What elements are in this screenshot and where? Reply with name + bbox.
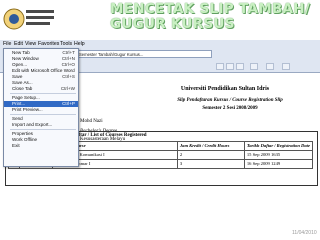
- menu-separator: [10, 129, 76, 130]
- registration-date: 16 Sep 2009 1249: [243, 159, 314, 169]
- slide-title: MENCETAK SLIP TAMBAH/ GUGUR KURSUS: [110, 2, 318, 32]
- col-credit: Jam Kredit / Credit Hours: [176, 141, 245, 151]
- slide-title-line-1: MENCETAK SLIP TAMBAH/: [110, 1, 311, 17]
- feeds-icon[interactable]: [226, 63, 234, 70]
- slide-date: 11/04/2010: [292, 230, 317, 236]
- file-menu-item-exit[interactable]: Exit: [4, 143, 78, 149]
- slip-title: Slip Pendaftaran Kursus / Course Registr…: [177, 98, 283, 103]
- help-icon[interactable]: [282, 63, 290, 70]
- session-label: Semester 2 Sesi 2008/2009: [202, 106, 258, 111]
- credit-hours: 2: [176, 150, 245, 160]
- col-date: Tarikh Daftar / Registration Date: [243, 141, 314, 151]
- file-menu-item-close-tab[interactable]: Close Tab Ctrl+W: [4, 86, 78, 92]
- file-menu-item-print-preview[interactable]: Print Preview...: [4, 107, 78, 113]
- tools-menu-icon[interactable]: [266, 63, 274, 70]
- university-logo: [2, 2, 56, 38]
- university-name: Universiti Pendidikan Sultan Idris: [180, 86, 270, 92]
- item-label: Print Preview...: [12, 107, 43, 112]
- file-menu-item-import-export[interactable]: Import and Export...: [4, 122, 78, 128]
- page-menu-icon[interactable]: [250, 63, 258, 70]
- slide-title-line-2: GUGUR KURSUS: [110, 16, 235, 32]
- address-bar[interactable]: http://...Semester Tambah/Gugur Kursus..…: [62, 50, 212, 58]
- home-icon[interactable]: [216, 63, 224, 70]
- item-label: Import and Export...: [12, 122, 53, 127]
- print-icon[interactable]: [236, 63, 244, 70]
- registration-date: 15 Sep 2009 1635: [243, 150, 314, 160]
- item-label: Close Tab: [12, 86, 33, 91]
- item-shortcut: Ctrl+W: [60, 86, 75, 91]
- credit-hours: 3: [176, 159, 245, 169]
- menu-separator: [10, 93, 76, 94]
- menu-separator: [10, 114, 76, 115]
- file-menu-dropdown: New Tab Ctrl+T New Window Ctrl+N Open... Ct…: [3, 48, 79, 167]
- student-name: Mohd Nazi: [80, 119, 103, 124]
- item-label: Exit: [12, 143, 20, 148]
